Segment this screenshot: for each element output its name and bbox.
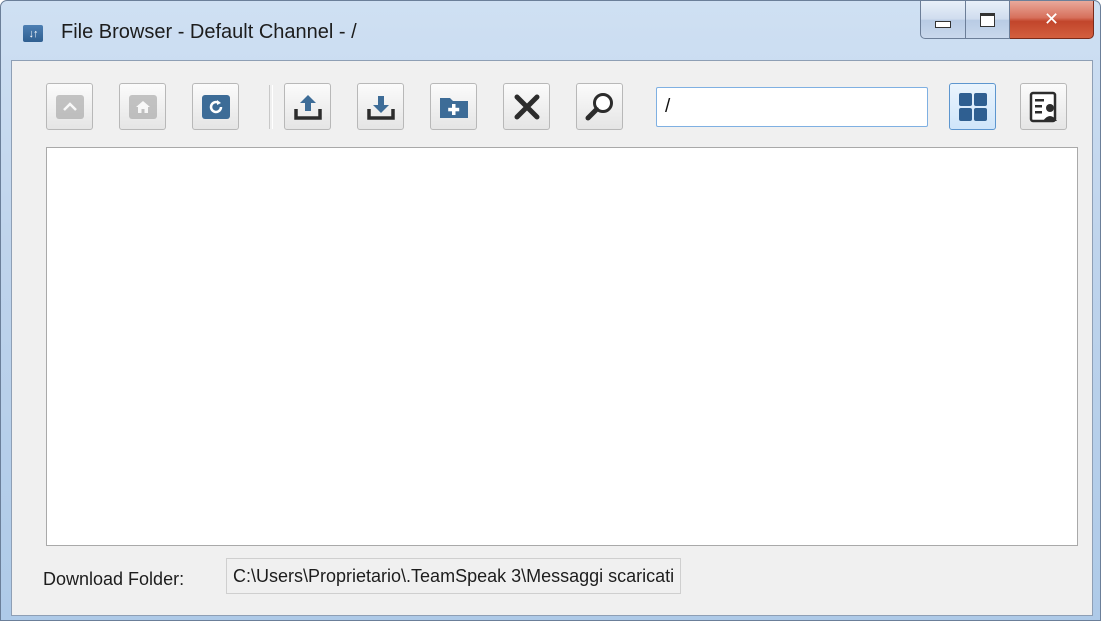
upload-icon <box>293 94 322 120</box>
close-icon: ✕ <box>1043 9 1060 30</box>
maximize-icon <box>980 12 995 27</box>
new-folder-button[interactable] <box>430 83 477 130</box>
file-browser-icon: ↓↑ <box>23 25 43 42</box>
download-button[interactable] <box>357 83 404 130</box>
detail-view-button[interactable] <box>1020 83 1067 130</box>
toolbar <box>46 83 1086 133</box>
title-bar[interactable]: ↓↑ File Browser - Default Channel - / ✕ <box>1 1 1100 59</box>
refresh-icon <box>201 94 230 119</box>
download-folder-path: C:\Users\Proprietario\.TeamSpeak 3\Messa… <box>226 558 682 594</box>
client-area: Download Folder: C:\Users\Proprietario\.… <box>11 60 1093 616</box>
path-input[interactable] <box>656 87 928 127</box>
file-browser-window: ↓↑ File Browser - Default Channel - / ✕ <box>0 0 1101 621</box>
window-title: File Browser - Default Channel - / <box>61 21 357 43</box>
parent-folder-button[interactable] <box>46 83 93 130</box>
detail-view-icon <box>1029 91 1057 122</box>
minimize-button[interactable] <box>920 1 966 39</box>
delete-icon <box>514 94 539 119</box>
maximize-button[interactable] <box>966 1 1010 39</box>
home-button[interactable] <box>119 83 166 130</box>
delete-button[interactable] <box>503 83 550 130</box>
new-folder-icon <box>439 97 468 118</box>
grid-view-icon <box>958 92 987 121</box>
icon-view-button[interactable] <box>949 83 996 130</box>
arrow-up-icon <box>55 94 84 119</box>
refresh-button[interactable] <box>192 83 239 130</box>
minimize-icon <box>935 21 951 28</box>
download-icon <box>366 95 395 120</box>
home-icon <box>128 94 157 119</box>
search-button[interactable] <box>576 83 623 130</box>
search-icon <box>585 92 613 120</box>
upload-button[interactable] <box>284 83 331 130</box>
close-button[interactable]: ✕ <box>1010 1 1094 39</box>
window-controls: ✕ <box>920 1 1094 41</box>
download-folder-label: Download Folder: <box>43 569 185 589</box>
toolbar-separator <box>269 85 273 129</box>
file-list[interactable] <box>46 147 1078 546</box>
